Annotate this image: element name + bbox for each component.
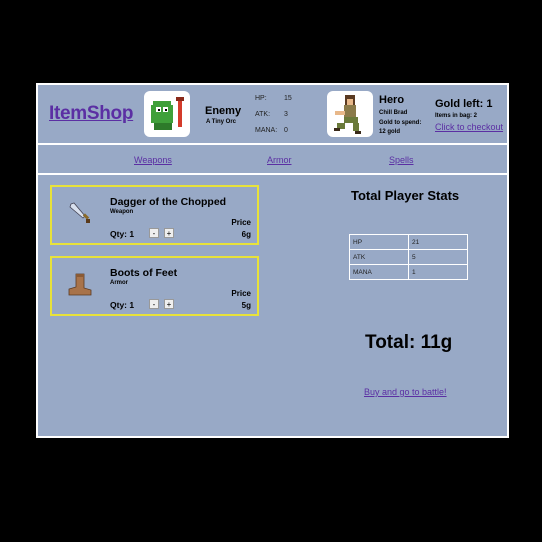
item-qty: Qty: 1 bbox=[110, 229, 135, 239]
item-shop-panel: ItemShop Enemy A Tiny Orc HP: 15 ATK: 3 … bbox=[36, 83, 509, 438]
hero-name: Chill Brad bbox=[379, 110, 408, 116]
item-qty: Qty: 1 bbox=[110, 300, 135, 310]
nav-bar: Weapons Armor Spells bbox=[38, 145, 507, 175]
tab-armor[interactable]: Armor bbox=[267, 155, 292, 165]
gold-left: Gold left: 1 bbox=[435, 98, 493, 110]
hero-portrait-icon bbox=[327, 91, 373, 137]
stat-value: 5 bbox=[408, 249, 468, 265]
buy-and-battle-link[interactable]: Buy and go to battle! bbox=[364, 387, 447, 397]
enemy-hp-label: HP: bbox=[255, 95, 267, 102]
enemy-mana-value: 0 bbox=[284, 127, 288, 134]
player-stats-title: Total Player Stats bbox=[351, 188, 460, 203]
enemy-mana-label: MANA: bbox=[255, 127, 278, 134]
item-price: 6g bbox=[241, 230, 251, 239]
stat-value: 1 bbox=[408, 264, 468, 280]
table-row: HP 21 bbox=[349, 234, 468, 250]
price-label: Price bbox=[231, 218, 251, 227]
header: ItemShop Enemy A Tiny Orc HP: 15 ATK: 3 … bbox=[38, 85, 507, 145]
cart-item-card: Boots of Feet Armor Price 5g Qty: 1 - + bbox=[50, 256, 259, 316]
item-name: Boots of Feet bbox=[110, 267, 178, 279]
decrease-qty-button[interactable]: - bbox=[149, 299, 159, 309]
orc-portrait-icon bbox=[144, 91, 190, 137]
price-label: Price bbox=[231, 289, 251, 298]
total-cost: Total: 11g bbox=[365, 332, 453, 353]
enemy-title: Enemy bbox=[205, 105, 242, 117]
item-price: 5g bbox=[241, 301, 251, 310]
boots-icon bbox=[66, 270, 94, 298]
player-stats-table: HP 21 ATK 5 MANA 1 bbox=[349, 234, 468, 280]
logo: ItemShop bbox=[49, 103, 134, 124]
cart-item-card: Dagger of the Chopped Weapon Price 6g Qt… bbox=[50, 185, 259, 245]
increase-qty-button[interactable]: + bbox=[164, 299, 174, 309]
table-row: MANA 1 bbox=[349, 264, 468, 280]
decrease-qty-button[interactable]: - bbox=[149, 228, 159, 238]
item-type: Weapon bbox=[110, 209, 134, 215]
item-type: Armor bbox=[110, 280, 129, 286]
hero-gold-value: 12 gold bbox=[379, 129, 401, 135]
increase-qty-button[interactable]: + bbox=[164, 228, 174, 238]
items-in-bag: Items in bag: 2 bbox=[435, 113, 478, 119]
stat-label: HP bbox=[349, 234, 409, 250]
table-row: ATK 5 bbox=[349, 249, 468, 265]
enemy-atk-value: 3 bbox=[284, 111, 288, 118]
hero-gold-label: Gold to spend: bbox=[379, 120, 422, 126]
checkout-link[interactable]: Click to checkout bbox=[435, 122, 503, 132]
enemy-hp-value: 15 bbox=[284, 95, 292, 102]
hero-title: Hero bbox=[379, 94, 405, 106]
tab-spells[interactable]: Spells bbox=[389, 155, 414, 165]
stat-label: MANA bbox=[349, 264, 409, 280]
tab-weapons[interactable]: Weapons bbox=[134, 155, 172, 165]
dagger-icon bbox=[66, 199, 94, 227]
item-name: Dagger of the Chopped bbox=[110, 196, 227, 208]
stat-value: 21 bbox=[408, 234, 468, 250]
enemy-subtitle: A Tiny Orc bbox=[206, 119, 237, 125]
stat-label: ATK bbox=[349, 249, 409, 265]
enemy-atk-label: ATK: bbox=[255, 111, 271, 118]
